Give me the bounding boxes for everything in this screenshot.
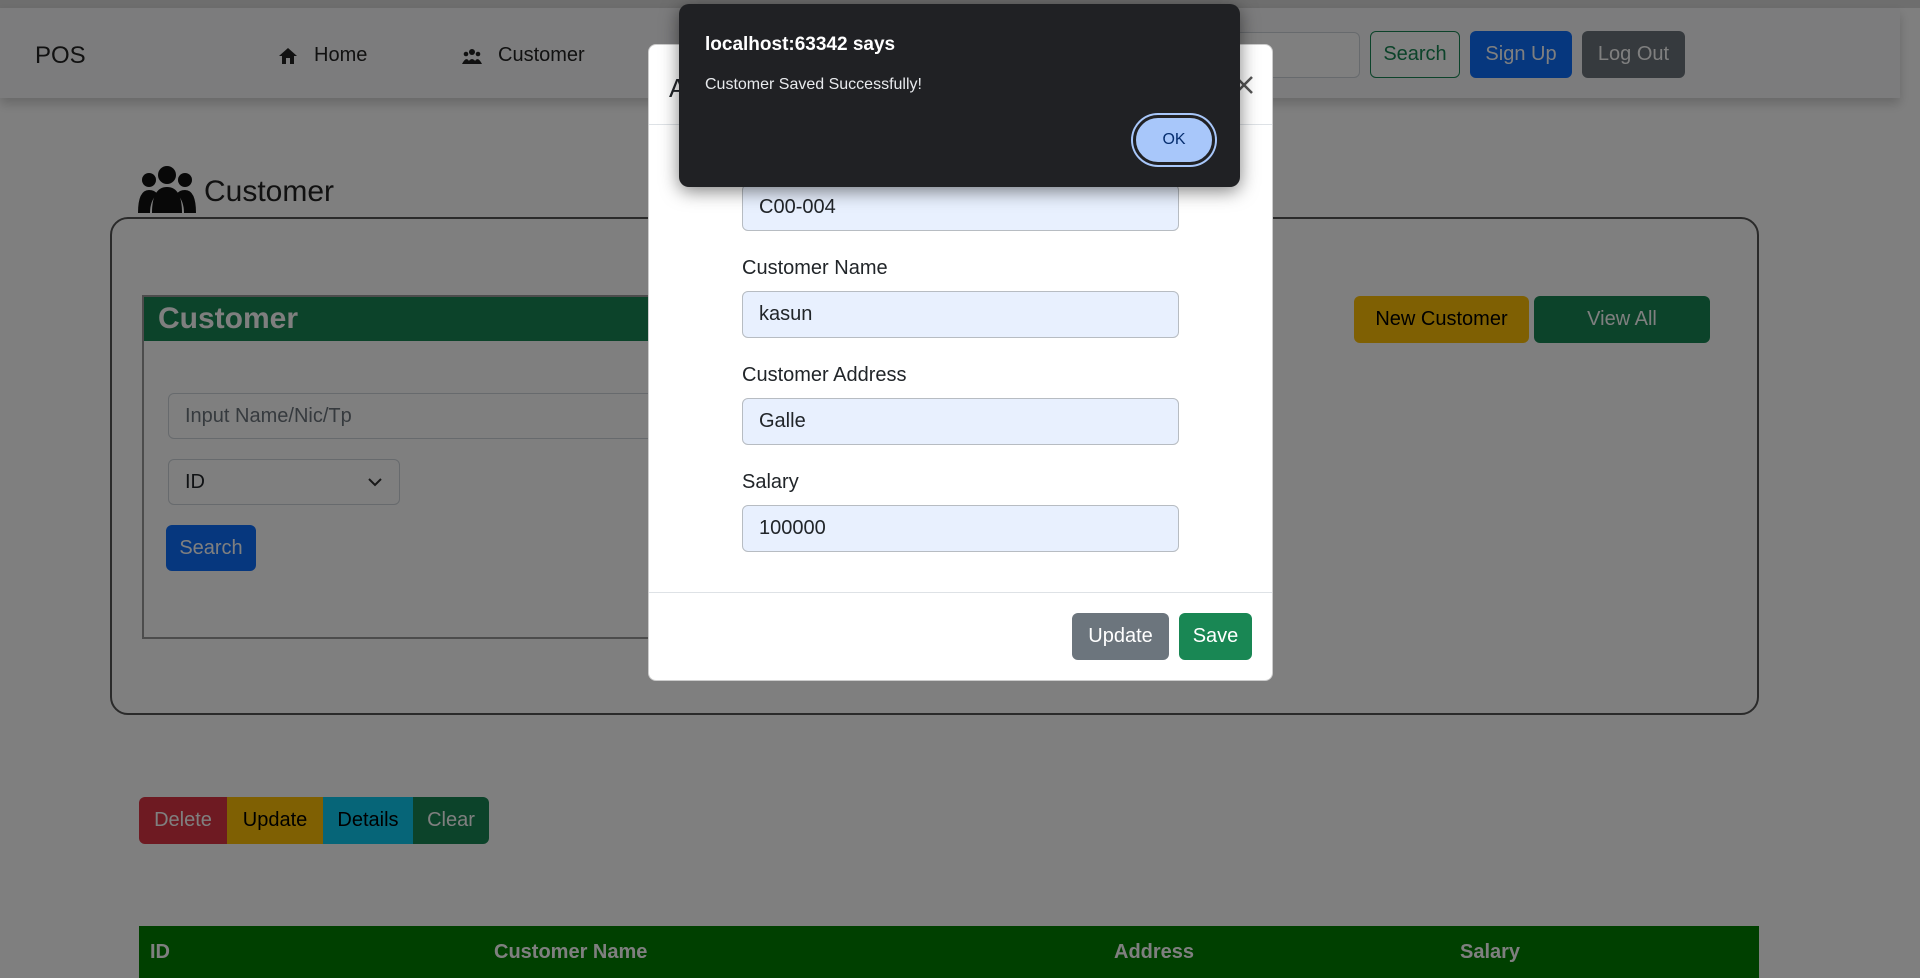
salary-field[interactable]: 100000 xyxy=(742,505,1179,552)
customer-address-field[interactable]: Galle xyxy=(742,398,1179,445)
modal-save-button[interactable]: Save xyxy=(1179,613,1252,660)
customer-address-label: Customer Address xyxy=(742,364,907,386)
browser-alert-dialog: localhost:63342 says Customer Saved Succ… xyxy=(679,4,1240,187)
salary-label: Salary xyxy=(742,471,799,493)
alert-ok-button[interactable]: OK xyxy=(1133,115,1215,165)
modal-footer-divider xyxy=(649,592,1272,593)
alert-title: localhost:63342 says xyxy=(705,34,896,55)
modal-update-button[interactable]: Update xyxy=(1072,613,1169,660)
customer-name-label: Customer Name xyxy=(742,257,888,279)
customer-id-field[interactable]: C00-004 xyxy=(742,184,1179,231)
alert-message: Customer Saved Successfully! xyxy=(705,76,922,93)
customer-name-field[interactable]: kasun xyxy=(742,291,1179,338)
